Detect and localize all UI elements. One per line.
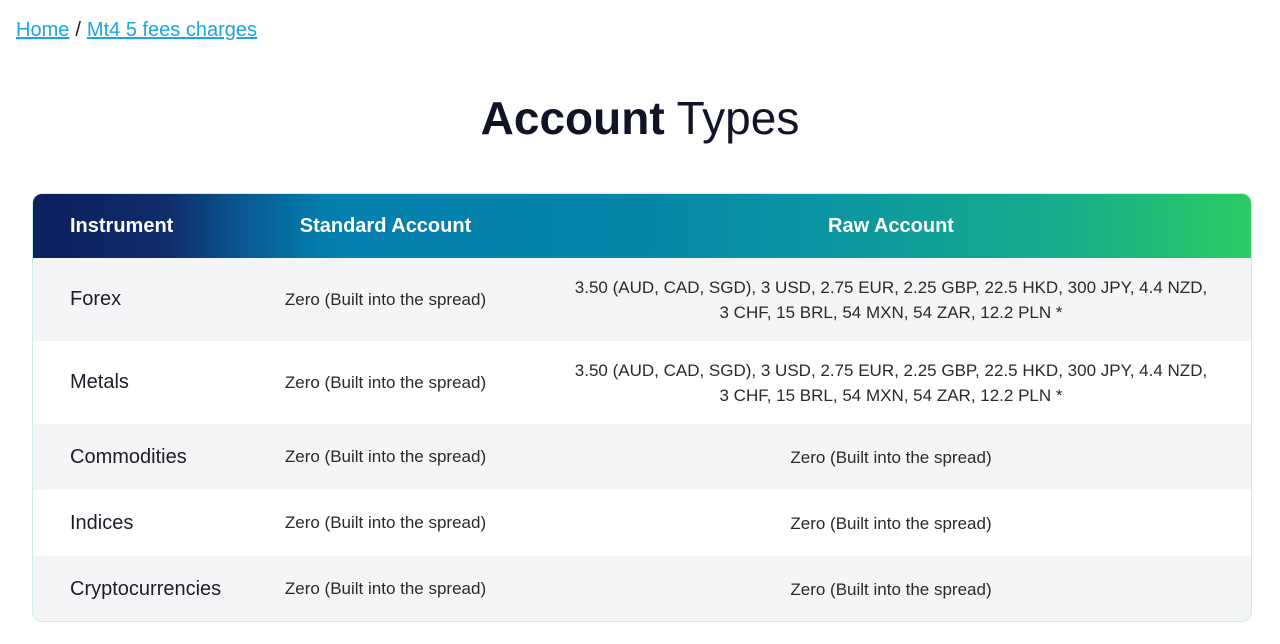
cell-raw: 3.50 (AUD, CAD, SGD), 3 USD, 2.75 EUR, 2… [541, 275, 1251, 325]
cell-raw-line2: 3 CHF, 15 BRL, 54 MXN, 54 ZAR, 12.2 PLN … [719, 302, 1063, 322]
header-raw-account: Raw Account [828, 214, 954, 237]
header-standard-account: Standard Account [299, 214, 472, 237]
table-row: Metals Zero (Built into the spread) 3.50… [33, 341, 1251, 424]
breadcrumb-separator: / [75, 19, 81, 41]
table-row: Forex Zero (Built into the spread) 3.50 … [33, 258, 1251, 341]
cell-standard: Zero (Built into the spread) [284, 447, 487, 466]
cell-standard: Zero (Built into the spread) [284, 579, 487, 598]
page-title-bold: Account [480, 92, 665, 144]
cell-raw: Zero (Built into the spread) [790, 579, 992, 599]
cell-raw: 3.50 (AUD, CAD, SGD), 3 USD, 2.75 EUR, 2… [541, 358, 1251, 408]
page-title: Account Types [0, 88, 1280, 148]
cell-raw-line1: 3.50 (AUD, CAD, SGD), 3 USD, 2.75 EUR, 2… [574, 277, 1208, 297]
table-header: Instrument Standard Account Raw Account [33, 194, 1251, 258]
table-row: Indices Zero (Built into the spread) Zer… [33, 490, 1251, 556]
table-row: Cryptocurrencies Zero (Built into the sp… [33, 556, 1251, 621]
breadcrumb-home-link[interactable]: Home [16, 19, 69, 41]
cell-standard: Zero (Built into the spread) [284, 372, 487, 392]
cell-instrument: Metals [70, 371, 129, 393]
cell-instrument: Indices [70, 511, 134, 534]
cell-instrument: Commodities [70, 445, 187, 468]
page-title-regular: Types [676, 92, 800, 144]
cell-standard: Zero (Built into the spread) [284, 289, 487, 309]
cell-instrument: Cryptocurrencies [70, 577, 222, 600]
cell-raw-line2: 3 CHF, 15 BRL, 54 MXN, 54 ZAR, 12.2 PLN … [719, 385, 1063, 405]
cell-raw: Zero (Built into the spread) [790, 447, 992, 467]
breadcrumb-current-link[interactable]: Mt4 5 fees charges [87, 19, 257, 41]
breadcrumb: Home / Mt4 5 fees charges [16, 17, 257, 43]
cell-raw-line1: 3.50 (AUD, CAD, SGD), 3 USD, 2.75 EUR, 2… [574, 360, 1208, 380]
table-row: Commodities Zero (Built into the spread)… [33, 424, 1251, 490]
header-instrument: Instrument [70, 214, 174, 237]
cell-raw: Zero (Built into the spread) [790, 513, 992, 533]
cell-standard: Zero (Built into the spread) [284, 513, 487, 532]
cell-instrument: Forex [70, 288, 122, 310]
account-types-table: Instrument Standard Account Raw Account … [32, 193, 1252, 622]
